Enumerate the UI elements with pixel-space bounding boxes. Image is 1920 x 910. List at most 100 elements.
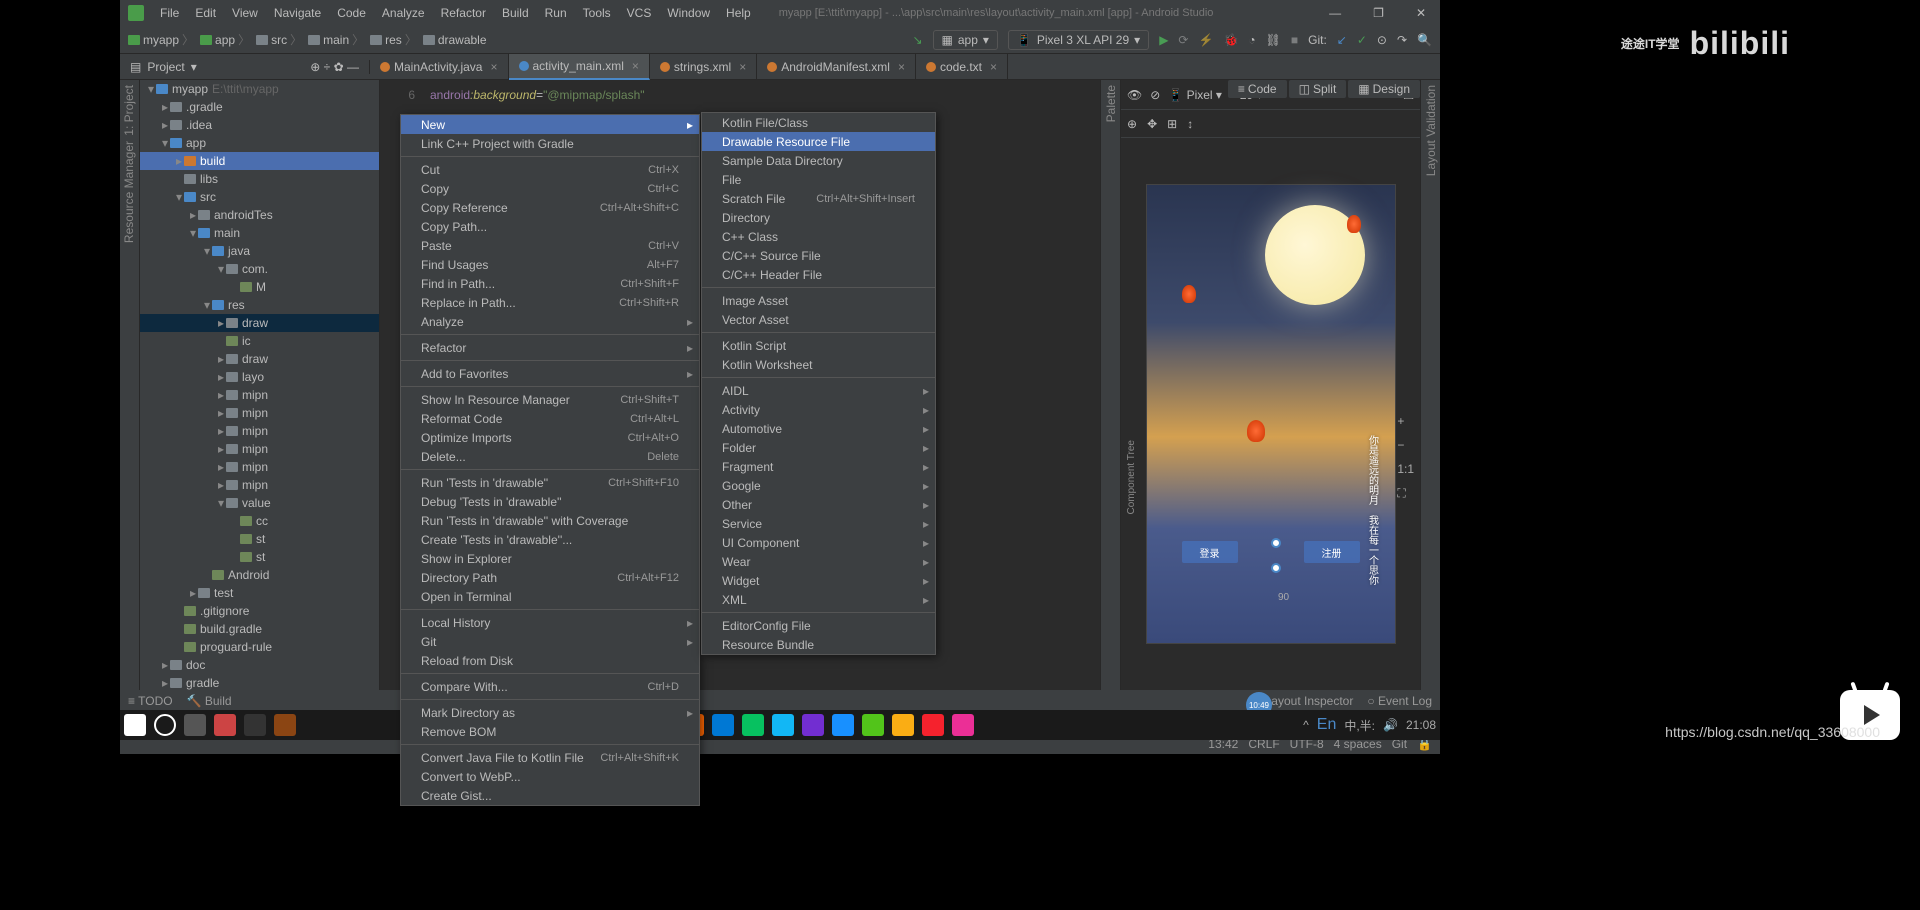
view-tab-code[interactable]: ≡ Code xyxy=(1228,80,1287,98)
preview-register-button[interactable]: 注册 xyxy=(1304,541,1360,563)
menu-item[interactable]: File xyxy=(702,170,935,189)
menu-item[interactable]: Other▸ xyxy=(702,495,935,514)
menu-item[interactable]: Mark Directory as▸ xyxy=(401,703,699,722)
tree-item[interactable]: ic xyxy=(140,332,379,350)
view-tab-split[interactable]: ◫ Split xyxy=(1289,80,1347,98)
menu-item[interactable]: Show in Explorer xyxy=(401,549,699,568)
breadcrumb[interactable]: drawable xyxy=(438,33,487,47)
tray-expand-icon[interactable]: ^ xyxy=(1303,718,1309,732)
menu-item[interactable]: Create 'Tests in 'drawable''... xyxy=(401,530,699,549)
editor-tab[interactable]: code.txt× xyxy=(916,54,1008,80)
attach-icon[interactable]: ⛓ xyxy=(1266,33,1281,47)
menu-item[interactable]: PasteCtrl+V xyxy=(401,236,699,255)
menu-file[interactable]: File xyxy=(154,4,185,22)
close-tab-icon[interactable]: × xyxy=(490,60,497,74)
tree-item[interactable]: st xyxy=(140,530,379,548)
right-tool-gutter[interactable]: Layout Validation xyxy=(1420,80,1440,690)
profile-icon[interactable]: ◔ xyxy=(1248,33,1255,47)
menu-item[interactable]: Remove BOM xyxy=(401,722,699,741)
tree-item[interactable]: ▾src xyxy=(140,188,379,206)
run-config-dropdown[interactable]: ▦ app ▾ xyxy=(933,30,998,50)
view-tab-design[interactable]: ▦ Design xyxy=(1348,80,1420,98)
menu-item[interactable]: AIDL▸ xyxy=(702,381,935,400)
menu-item[interactable]: Replace in Path...Ctrl+Shift+R xyxy=(401,293,699,312)
apply-changes-icon[interactable]: ⟳ xyxy=(1178,33,1188,47)
menu-window[interactable]: Window xyxy=(661,4,716,22)
menu-item[interactable]: Image Asset xyxy=(702,291,935,310)
todo-tab[interactable]: ≡ TODO xyxy=(128,694,173,708)
git-push-icon[interactable]: ↷ xyxy=(1397,33,1407,47)
app-icon[interactable] xyxy=(892,714,914,736)
project-tool-header[interactable]: ▤ Project ▾ ⊕ ÷ ✿ — xyxy=(120,60,370,74)
menu-item[interactable]: Add to Favorites▸ xyxy=(401,364,699,383)
git-commit-icon[interactable]: ✓ xyxy=(1357,33,1367,47)
magnet-icon[interactable]: ⊞ xyxy=(1167,117,1177,131)
menu-item[interactable]: New▸ xyxy=(401,115,699,134)
close-icon[interactable]: ✕ xyxy=(1410,4,1432,22)
tree-item[interactable]: ▸doc xyxy=(140,656,379,674)
stop-icon[interactable]: ■ xyxy=(1291,33,1298,47)
menu-item[interactable]: Link C++ Project with Gradle xyxy=(401,134,699,153)
app-icon[interactable] xyxy=(244,714,266,736)
menu-item[interactable]: EditorConfig File xyxy=(702,616,935,635)
apply-code-icon[interactable]: ⚡ xyxy=(1198,33,1213,47)
menu-item[interactable]: Fragment▸ xyxy=(702,457,935,476)
menu-item[interactable]: Automotive▸ xyxy=(702,419,935,438)
menu-item[interactable]: Widget▸ xyxy=(702,571,935,590)
tray-time[interactable]: 21:08 xyxy=(1406,718,1436,732)
tree-item[interactable]: ▸androidTes xyxy=(140,206,379,224)
menu-item[interactable]: Activity▸ xyxy=(702,400,935,419)
menu-item[interactable]: Debug 'Tests in 'drawable'' xyxy=(401,492,699,511)
project-tree[interactable]: ▾myapp E:\ttit\myapp▸.gradle▸.idea▾app▸b… xyxy=(140,80,380,690)
tray-ime[interactable]: En xyxy=(1317,716,1337,734)
breadcrumb[interactable]: myapp xyxy=(143,33,179,47)
close-tab-icon[interactable]: × xyxy=(898,60,905,74)
menu-item[interactable]: Git▸ xyxy=(401,632,699,651)
menu-item[interactable]: Show In Resource ManagerCtrl+Shift+T xyxy=(401,390,699,409)
tree-item[interactable]: ▸mipn xyxy=(140,422,379,440)
menu-item[interactable]: Directory PathCtrl+Alt+F12 xyxy=(401,568,699,587)
menu-item[interactable]: XML▸ xyxy=(702,590,935,609)
menu-item[interactable]: Google▸ xyxy=(702,476,935,495)
tray-sound-icon[interactable]: 🔊 xyxy=(1383,718,1398,732)
menu-item[interactable]: Compare With...Ctrl+D xyxy=(401,677,699,696)
device-dropdown[interactable]: 📱 Pixel ▾ xyxy=(1168,88,1222,102)
tree-item[interactable]: ▸mipn xyxy=(140,404,379,422)
menu-item[interactable]: Copy Path... xyxy=(401,217,699,236)
tree-item[interactable]: ▾com. xyxy=(140,260,379,278)
tree-item[interactable]: ▸test xyxy=(140,584,379,602)
menu-item[interactable]: Convert Java File to Kotlin FileCtrl+Alt… xyxy=(401,748,699,767)
tree-item[interactable]: ▾res xyxy=(140,296,379,314)
tree-item[interactable]: ▸.gradle xyxy=(140,98,379,116)
menu-run[interactable]: Run xyxy=(539,4,573,22)
align-icon[interactable]: ↕ xyxy=(1187,117,1193,131)
menu-view[interactable]: View xyxy=(226,4,264,22)
menu-item[interactable]: C/C++ Source File xyxy=(702,246,935,265)
menu-item[interactable]: Find in Path...Ctrl+Shift+F xyxy=(401,274,699,293)
close-tab-icon[interactable]: × xyxy=(632,59,639,73)
tray-ime-mode[interactable]: 中,半: xyxy=(1344,717,1375,734)
tree-item[interactable]: ▸draw xyxy=(140,350,379,368)
tree-item[interactable]: ▸draw xyxy=(140,314,379,332)
tree-item[interactable]: st xyxy=(140,548,379,566)
menu-item[interactable]: Create Gist... xyxy=(401,786,699,805)
tree-item[interactable]: ▸gradle xyxy=(140,674,379,690)
tree-item[interactable]: ▸mipn xyxy=(140,476,379,494)
app-icon[interactable] xyxy=(862,714,884,736)
menu-edit[interactable]: Edit xyxy=(189,4,222,22)
breadcrumb[interactable]: res xyxy=(385,33,402,47)
menu-item[interactable]: Kotlin Worksheet xyxy=(702,355,935,374)
menu-item[interactable]: CutCtrl+X xyxy=(401,160,699,179)
menu-item[interactable]: Run 'Tests in 'drawable'' with Coverage xyxy=(401,511,699,530)
git-compare-icon[interactable]: ⊙ xyxy=(1377,33,1387,47)
taskview-icon[interactable] xyxy=(184,714,206,736)
device-dropdown[interactable]: 📱 Pixel 3 XL API 29 ▾ xyxy=(1008,30,1149,50)
build-tab[interactable]: 🔨 Build xyxy=(187,694,232,708)
zoom-reset-icon[interactable]: ⛶ xyxy=(1397,486,1414,501)
app-icon[interactable] xyxy=(742,714,764,736)
tree-item[interactable]: ▸build xyxy=(140,152,379,170)
menu-item[interactable]: C++ Class xyxy=(702,227,935,246)
app-icon[interactable] xyxy=(832,714,854,736)
zoom-fit-icon[interactable]: 1:1 xyxy=(1397,462,1414,476)
preview-login-button[interactable]: 登录 xyxy=(1182,541,1238,563)
